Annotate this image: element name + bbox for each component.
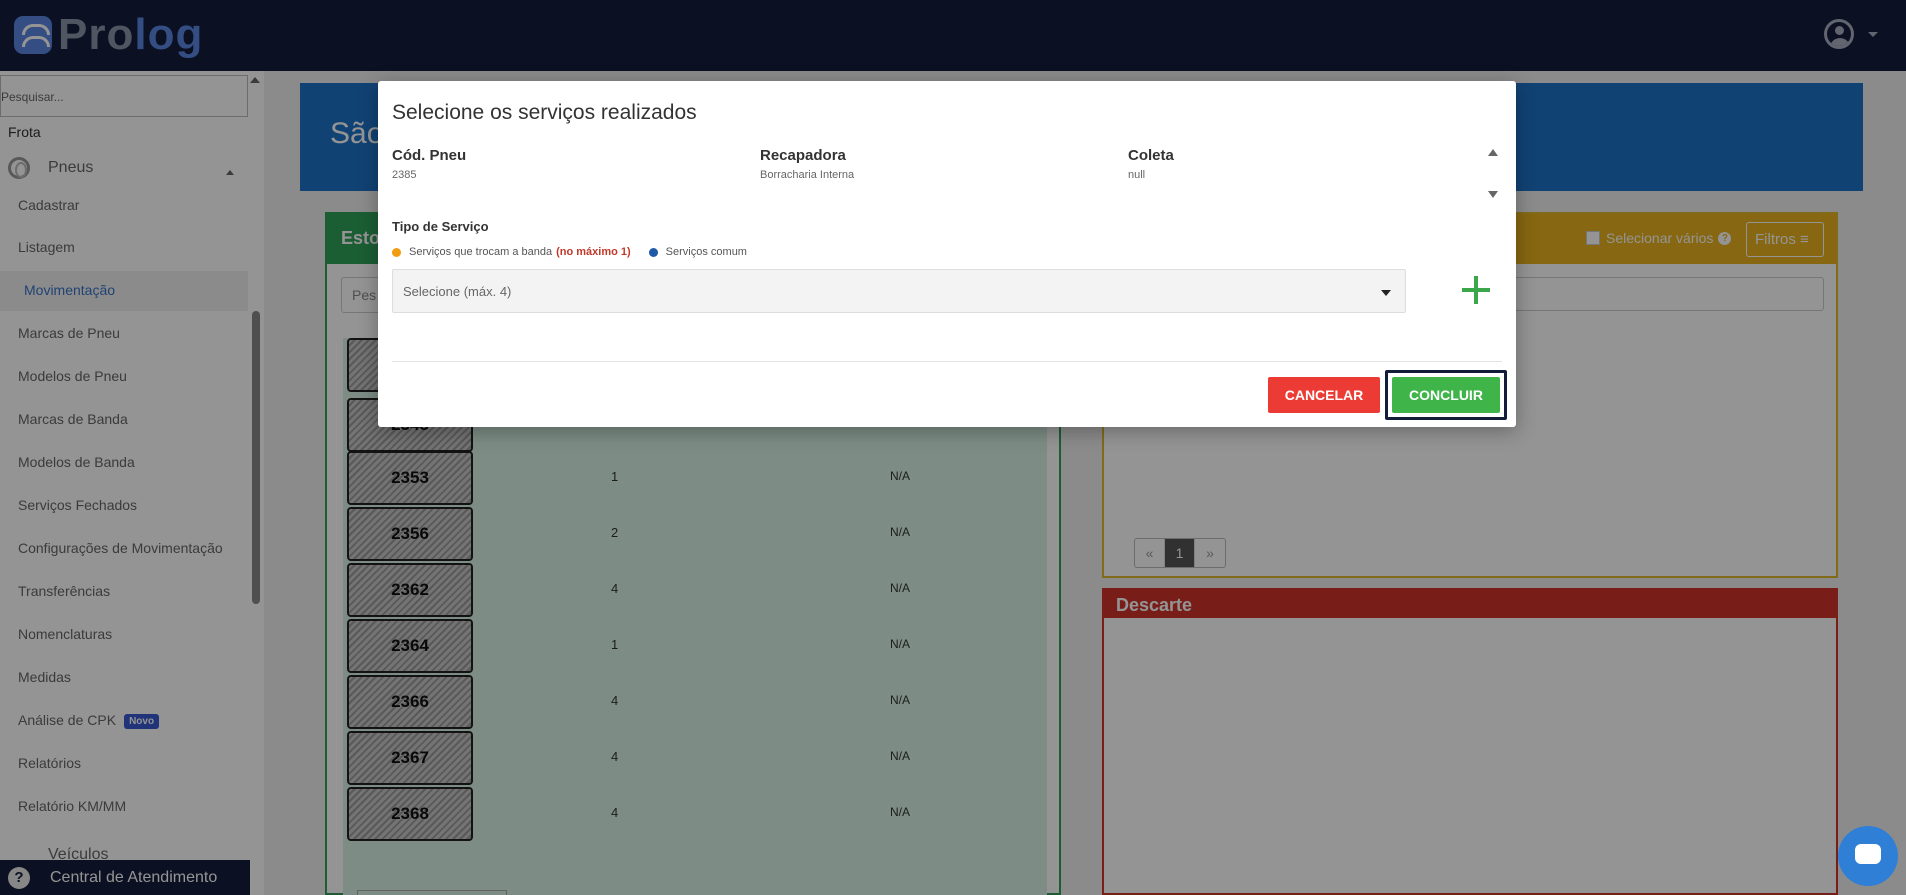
service-type-heading: Tipo de Serviço <box>392 219 489 234</box>
info-value: 2385 <box>392 169 417 181</box>
conclude-button[interactable]: CONCLUIR <box>1392 377 1500 413</box>
modal-divider <box>392 361 1502 362</box>
info-value: Borracharia Interna <box>760 169 855 181</box>
service-select[interactable]: Selecione (máx. 4) <box>392 269 1406 313</box>
info-value: null <box>1128 169 1146 181</box>
legend-common-label: Serviços comum <box>665 246 747 258</box>
info-recapadora: Recapadora Borracharia Interna <box>760 147 854 181</box>
info-label: Recapadora <box>760 147 846 164</box>
caret-down-icon <box>1381 290 1391 296</box>
service-legend: Serviços que trocam a banda (no máximo 1… <box>392 246 747 258</box>
cancel-button[interactable]: CANCELAR <box>1268 377 1380 413</box>
add-service-icon[interactable] <box>1460 274 1492 306</box>
legend-band-label: Serviços que trocam a banda <box>409 246 553 258</box>
info-label: Cód. Pneu <box>392 147 467 164</box>
chat-icon[interactable] <box>1838 826 1898 886</box>
blue-dot-icon <box>648 247 658 257</box>
scroll-up-icon[interactable] <box>1488 149 1498 156</box>
info-label: Coleta <box>1128 147 1174 164</box>
legend-max-label: (no máximo 1) <box>556 246 631 258</box>
info-coleta: Coleta null <box>1128 147 1174 181</box>
modal-title: Selecione os serviços realizados <box>392 101 697 124</box>
info-cod-pneu: Cód. Pneu 2385 <box>392 147 466 181</box>
services-modal: Selecione os serviços realizados Cód. Pn… <box>378 81 1516 427</box>
scroll-down-icon[interactable] <box>1488 191 1498 198</box>
orange-dot-icon <box>392 247 401 257</box>
service-select-placeholder: Selecione (máx. 4) <box>403 284 512 299</box>
